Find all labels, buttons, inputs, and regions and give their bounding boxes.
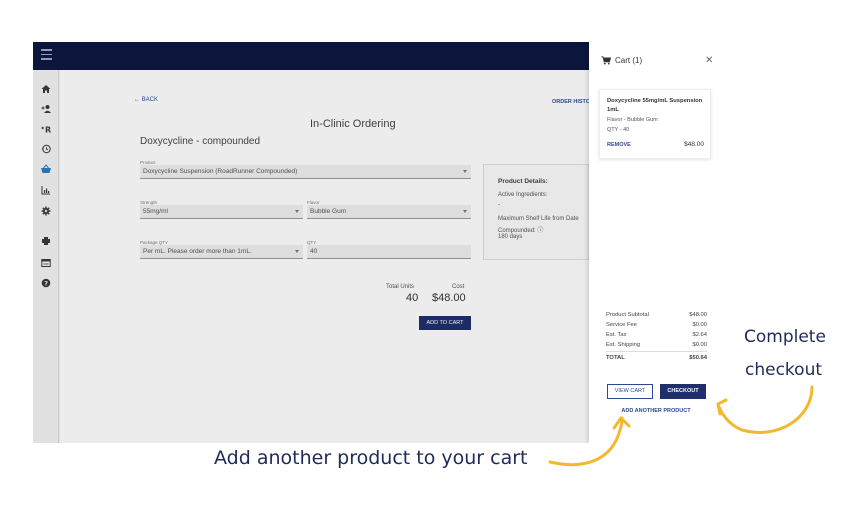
summary-value: $0.00	[692, 342, 707, 348]
cart-icon	[601, 56, 611, 65]
sidebar: R ?	[33, 70, 59, 443]
history-icon[interactable]	[39, 142, 53, 156]
strength-select[interactable]: 55mg/ml	[140, 205, 303, 219]
summary-label: Est. Tax	[606, 332, 627, 338]
chevron-down-icon	[295, 250, 299, 253]
summary-divider	[606, 351, 707, 352]
qty-input-value: 40	[310, 248, 318, 255]
top-bar	[33, 42, 589, 70]
summary-value: $48.00	[689, 312, 707, 318]
prescription-icon[interactable]: R	[39, 122, 53, 136]
product-details-heading: Product Details:	[498, 178, 548, 185]
cost-value: $48.00	[432, 292, 466, 304]
active-ingredients-label: Active Ingredients:	[498, 192, 548, 198]
page-title: In-Clinic Ordering	[310, 118, 396, 130]
svg-text:R: R	[45, 126, 51, 135]
settings-icon[interactable]	[39, 204, 53, 218]
app-window: R ? ← BACK ORDER HISTO In-Clinic Orderin…	[33, 42, 723, 443]
printer-icon[interactable]	[39, 234, 53, 248]
close-icon[interactable]: ✕	[705, 55, 713, 66]
shelf-life-value: 180 days	[498, 234, 523, 240]
cost-label: Cost	[452, 284, 465, 290]
summary-value: $2.64	[692, 332, 707, 338]
summary-row-tax: Est. Tax $2.64	[606, 332, 707, 342]
home-icon[interactable]	[39, 82, 53, 96]
add-to-cart-button[interactable]: ADD TO CART	[419, 316, 471, 330]
annotation-add-product: Add another product to your cart	[214, 447, 528, 469]
view-cart-button[interactable]: VIEW CART	[607, 384, 653, 399]
back-link[interactable]: ← BACK	[134, 97, 158, 103]
cart-drawer: Cart (1) ✕ Doxycycline 55mg/mL Suspensio…	[589, 42, 723, 443]
cart-item-price: $48.00	[684, 141, 704, 148]
total-units-value: 40	[406, 292, 419, 304]
add-client-icon[interactable]	[39, 102, 53, 116]
svg-text:?: ?	[44, 280, 48, 288]
billing-icon[interactable]	[39, 256, 53, 270]
reports-icon[interactable]	[39, 183, 53, 197]
add-another-product-link[interactable]: ADD ANOTHER PRODUCT	[589, 408, 723, 414]
flavor-select[interactable]: Bubble Gum	[307, 205, 471, 219]
active-ingredients-value: -	[498, 202, 500, 208]
summary-label: Service Fee	[606, 322, 637, 328]
summary-value: $0.00	[692, 322, 707, 328]
main-content: ← BACK ORDER HISTO In-Clinic Ordering Do…	[60, 70, 590, 443]
annotation-checkout: checkout	[745, 360, 823, 380]
product-select-value: Doxycycline Suspension (RoadRunner Compo…	[143, 168, 298, 175]
strength-select-value: 55mg/ml	[143, 208, 168, 215]
product-title: Doxycycline - compounded	[140, 136, 261, 147]
checkout-button[interactable]: CHECKOUT	[660, 384, 706, 399]
product-select[interactable]: Doxycycline Suspension (RoadRunner Compo…	[140, 165, 471, 179]
total-units-label: Total Units	[386, 284, 415, 290]
cart-item-flavor: Flavor - Bubble Gum	[607, 117, 658, 123]
product-details-panel: Product Details: Active Ingredients: - M…	[483, 164, 589, 260]
shelf-life-label: Maximum Shelf Life from Date	[498, 216, 579, 222]
hamburger-menu-icon[interactable]	[41, 49, 52, 63]
cart-title-text: Cart (1)	[615, 56, 643, 65]
qty-input[interactable]: 40	[307, 245, 471, 259]
cart-title: Cart (1)	[601, 56, 642, 65]
summary-row-service-fee: Service Fee $0.00	[606, 322, 707, 332]
remove-item-button[interactable]: REMOVE	[607, 142, 631, 148]
shelf-life-label-2: Compounded: ⓘ	[498, 228, 544, 234]
chevron-down-icon	[295, 210, 299, 213]
chevron-down-icon	[463, 210, 467, 213]
package-qty-select[interactable]: Per mL. Please order more than 1mL.	[140, 245, 303, 259]
summary-label: Product Subtotal	[606, 312, 649, 318]
total-value: $50.64	[689, 355, 707, 361]
cart-item-qty: QTY - 40	[607, 127, 630, 133]
package-qty-select-value: Per mL. Please order more than 1mL.	[143, 248, 252, 255]
annotation-complete: Complete	[744, 327, 826, 347]
cart-item-name: Doxycycline 55mg/mL Suspension 1mL	[607, 98, 703, 113]
flavor-select-value: Bubble Gum	[310, 208, 347, 215]
arrow-to-checkout	[717, 385, 814, 434]
summary-label: Est. Shipping	[606, 342, 641, 348]
chevron-down-icon	[463, 170, 467, 173]
cart-item: Doxycycline 55mg/mL Suspension 1mL Flavo…	[599, 89, 711, 159]
help-icon[interactable]: ?	[39, 276, 53, 290]
summary-row-total: TOTAL $50.64	[606, 355, 707, 365]
summary-row-subtotal: Product Subtotal $48.00	[606, 312, 707, 322]
order-history-link[interactable]: ORDER HISTO	[552, 99, 590, 105]
basket-icon[interactable]	[39, 162, 53, 176]
total-label: TOTAL	[606, 355, 625, 361]
